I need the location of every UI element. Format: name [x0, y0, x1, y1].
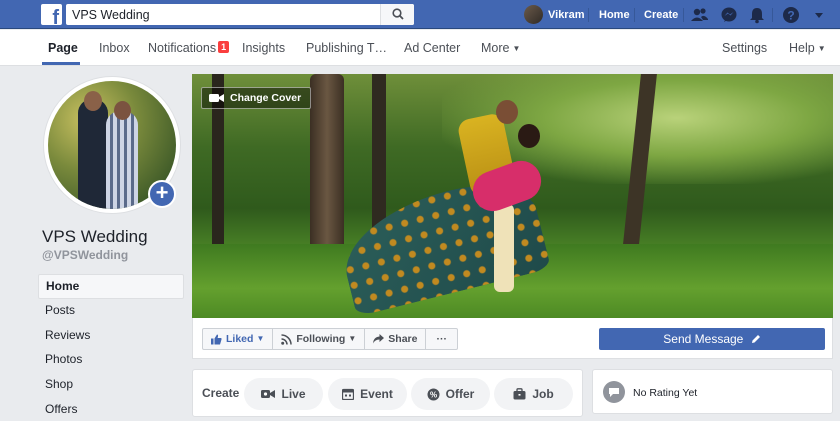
video-camera-icon — [261, 390, 276, 398]
page-sidebar-menu: Home Posts Reviews Photos Shop Offers — [38, 274, 184, 421]
top-navigation-bar: f Vikram Home Create ? — [0, 0, 840, 29]
active-tab-indicator — [42, 62, 80, 65]
thumbs-up-icon — [211, 334, 222, 344]
messenger-icon[interactable] — [719, 5, 739, 25]
page-username[interactable]: @VPSWedding — [42, 248, 128, 262]
sidebar-item-offers[interactable]: Offers — [38, 398, 184, 421]
photo-figure — [114, 101, 131, 120]
dropdown-icon[interactable] — [809, 5, 829, 25]
tab-inbox[interactable]: Inbox — [99, 41, 130, 55]
chevron-down-icon: ▼ — [817, 44, 826, 53]
tab-help[interactable]: Help ▼ — [789, 41, 826, 55]
photo-figure — [84, 91, 102, 111]
friends-icon[interactable] — [689, 5, 709, 25]
svg-text:?: ? — [787, 9, 794, 23]
chat-bubble-icon — [609, 388, 619, 397]
calendar-icon — [342, 388, 355, 400]
tab-help-label: Help — [789, 41, 815, 55]
offer-tag-icon: % — [427, 388, 440, 400]
tab-more-label: More — [481, 41, 510, 55]
page-title: VPS Wedding — [42, 227, 148, 246]
send-message-label: Send Message — [663, 332, 744, 346]
pencil-icon — [751, 335, 760, 343]
offer-label: Offer — [445, 387, 475, 401]
sidebar-item-posts[interactable]: Posts — [38, 299, 184, 324]
create-post-bar: Create Live Event % Offer Job — [192, 369, 583, 417]
cover-figure — [496, 100, 518, 124]
avatar — [524, 5, 543, 24]
chevron-down-icon: ▼ — [512, 44, 521, 53]
home-link[interactable]: Home — [599, 9, 630, 21]
rss-feed-icon — [281, 333, 293, 345]
change-cover-button[interactable]: Change Cover — [201, 87, 312, 109]
page-tabs-bar: Page Inbox Notifications 1 Insights Publi… — [0, 30, 840, 66]
more-dots-icon: ··· — [436, 333, 447, 345]
divider — [634, 8, 635, 22]
cover-figure — [494, 204, 514, 292]
sidebar-item-home[interactable]: Home — [38, 274, 184, 299]
share-label: Share — [388, 333, 418, 345]
sidebar-item-shop[interactable]: Shop — [38, 373, 184, 398]
notifications-icon[interactable] — [747, 5, 767, 25]
live-label: Live — [281, 387, 306, 401]
tab-settings[interactable]: Settings — [722, 41, 767, 55]
chevron-down-icon: ▼ — [256, 334, 265, 343]
tab-publishing-tools[interactable]: Publishing T… — [306, 41, 387, 55]
video-camera-icon — [209, 94, 224, 102]
job-label: Job — [532, 387, 554, 401]
create-offer-button[interactable]: % Offer — [411, 378, 490, 410]
change-cover-label: Change Cover — [230, 92, 302, 104]
user-name: Vikram — [548, 8, 585, 21]
plus-icon: + — [155, 180, 169, 205]
rating-status-text: No Rating Yet — [633, 387, 698, 399]
rating-card: No Rating Yet — [592, 369, 833, 414]
help-icon[interactable]: ? — [781, 5, 801, 25]
page-action-bar: Liked ▼ Following ▼ Share ··· Send Message — [192, 318, 833, 359]
tab-notifications[interactable]: Notifications 1 — [148, 41, 230, 55]
following-button[interactable]: Following ▼ — [272, 328, 366, 350]
briefcase-icon — [513, 388, 526, 400]
photo-figure — [106, 111, 138, 209]
create-label: Create — [202, 386, 240, 400]
create-job-button[interactable]: Job — [494, 378, 573, 410]
create-live-button[interactable]: Live — [244, 378, 323, 410]
photo-figure — [78, 99, 108, 209]
cover-photo: Change Cover — [192, 74, 833, 318]
create-event-button[interactable]: Event — [328, 378, 407, 410]
chevron-down-icon: ▼ — [348, 334, 357, 343]
search-icon — [392, 8, 404, 20]
facebook-logo-icon[interactable]: f — [41, 4, 62, 28]
search-button[interactable] — [380, 4, 414, 25]
search-input[interactable] — [66, 4, 380, 25]
send-message-button[interactable]: Send Message — [599, 328, 825, 350]
liked-label: Liked — [226, 333, 254, 345]
divider — [683, 8, 684, 22]
add-profile-photo-button[interactable]: + — [148, 180, 176, 208]
more-options-button[interactable]: ··· — [425, 328, 458, 350]
create-link[interactable]: Create — [644, 9, 678, 21]
divider — [772, 8, 773, 22]
following-label: Following — [296, 333, 346, 345]
sidebar-item-photos[interactable]: Photos — [38, 348, 184, 373]
rating-bubble-icon — [603, 381, 625, 403]
notification-badge: 1 — [218, 41, 230, 53]
tab-page[interactable]: Page — [48, 41, 78, 55]
search-box — [66, 4, 414, 25]
cover-figure — [518, 124, 540, 148]
page-actions-group: Liked ▼ Following ▼ Share ··· — [202, 328, 458, 350]
tab-ad-center[interactable]: Ad Center — [404, 41, 460, 55]
share-icon — [373, 334, 385, 344]
divider — [588, 8, 589, 22]
share-button[interactable]: Share — [364, 328, 427, 350]
event-label: Event — [360, 387, 393, 401]
svg-text:%: % — [430, 390, 437, 399]
tab-notifications-label: Notifications — [148, 41, 217, 55]
sidebar-item-reviews[interactable]: Reviews — [38, 324, 184, 349]
tab-more[interactable]: More ▼ — [481, 41, 520, 55]
profile-link[interactable]: Vikram — [524, 4, 585, 25]
tab-insights[interactable]: Insights — [242, 41, 285, 55]
liked-button[interactable]: Liked ▼ — [202, 328, 274, 350]
